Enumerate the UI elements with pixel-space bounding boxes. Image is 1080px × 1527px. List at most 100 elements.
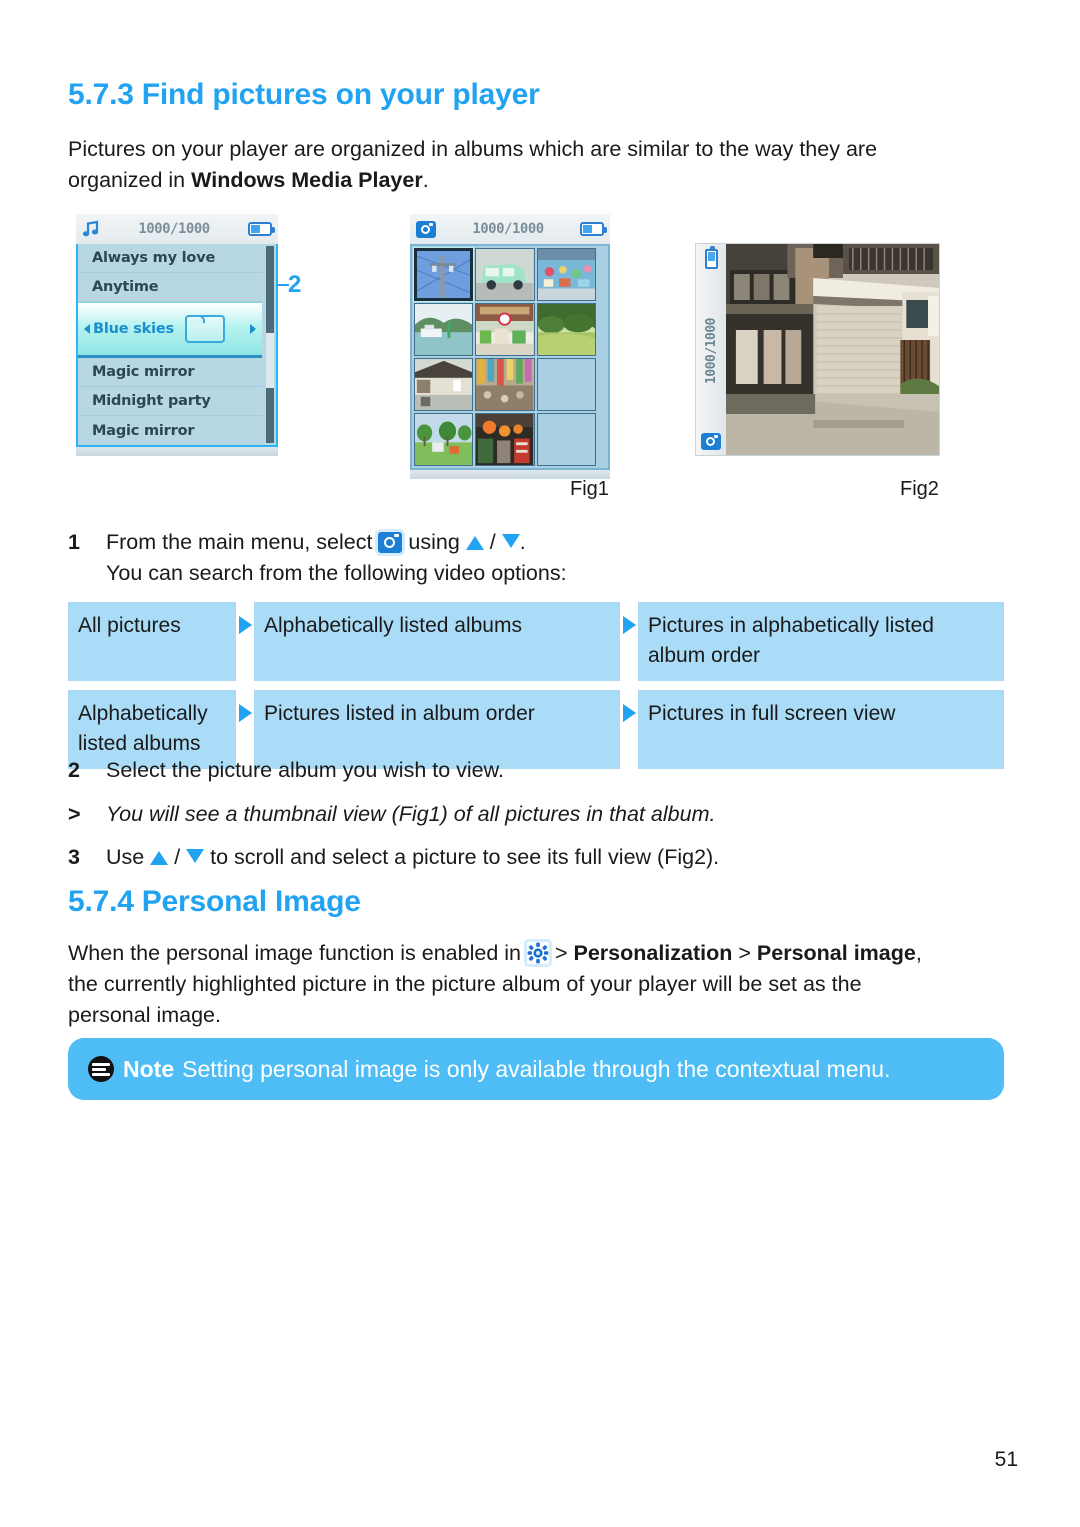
intro-line-2-bold: Windows Media Player: [191, 168, 423, 192]
section-title-574: Personal Image: [141, 885, 361, 918]
battery-icon: [248, 222, 275, 236]
intro-line-2-suffix: .: [422, 168, 429, 192]
device-bottom-bar: [76, 447, 278, 456]
fig2-label: Fig2: [900, 478, 939, 500]
list-item-label: Midnight party: [92, 393, 211, 409]
arrow-right-icon: [620, 602, 638, 681]
section-number-573: 5.7.3: [68, 78, 134, 111]
right-arrow-icon: [250, 324, 256, 334]
camera-icon: [378, 532, 403, 553]
section-title-573: Find pictures on your player: [141, 78, 540, 111]
options-table: All pictures Alphabetically listed album…: [68, 602, 1004, 778]
table-cell-option: All pictures: [68, 602, 236, 681]
step-number: 3: [68, 845, 80, 869]
step-2-text: Select the picture album you wish to vie…: [106, 758, 504, 782]
list-item-label: Blue skies: [93, 321, 174, 337]
section-number-574: 5.7.4: [68, 885, 134, 918]
list-item[interactable]: Always my love: [78, 244, 262, 273]
device-thumbnail-grid: 1000/1000: [410, 214, 610, 479]
table-row: All pictures Alphabetically listed album…: [68, 602, 1004, 681]
thumbnail[interactable]: [475, 413, 535, 466]
down-triangle-icon: [186, 849, 205, 863]
list-item[interactable]: Anytime: [78, 273, 262, 302]
table-cell-option: Pictures in alphabetically listed album …: [638, 602, 1004, 681]
gear-icon: [527, 942, 549, 964]
personal-image-gt2: >: [732, 941, 757, 965]
camera-icon: [701, 432, 721, 450]
down-triangle-icon: [501, 534, 520, 548]
note-text: Setting personal image is only available…: [182, 1055, 891, 1082]
table-cell-option: Alphabetically listed albums: [254, 602, 620, 681]
device-side-status-bar: 1000/1000: [696, 244, 726, 455]
step-1-line-2: You can search from the following video …: [106, 561, 567, 585]
device-status-count: 1000/1000: [138, 221, 210, 237]
device-status-bar: 1000/1000: [410, 214, 610, 244]
thumbnail[interactable]: [475, 303, 535, 356]
manual-page: 5.7.3 Find pictures on your player Pictur…: [0, 0, 1080, 1527]
personal-image-line-3: personal image.: [68, 1003, 221, 1027]
up-triangle-icon: [150, 851, 169, 865]
device-status-count: 1000/1000: [703, 318, 719, 384]
list-item[interactable]: Magic mirror: [78, 416, 262, 445]
device-status-count: 1000/1000: [472, 221, 544, 237]
fig1-label: Fig1: [570, 478, 609, 500]
step-number: 1: [68, 530, 80, 554]
list-item[interactable]: Midnight party: [78, 387, 262, 416]
step-3: 3 Use / to scroll and select a picture t…: [68, 842, 968, 873]
intro-line-1: Pictures on your player are organized in…: [68, 137, 878, 161]
personal-image-bold-1: Personalization: [573, 941, 733, 965]
thumbnail[interactable]: [414, 358, 474, 411]
personal-image-gt1: >: [548, 941, 574, 965]
personal-image-prefix: When the personal image function is enab…: [68, 941, 527, 965]
note-callout: Note Setting personal image is only avai…: [68, 1038, 1004, 1100]
personal-image-bold-2: Personal image: [756, 941, 916, 965]
step-result: > You will see a thumbnail view (Fig1) o…: [68, 799, 968, 830]
step-3-separator: /: [168, 845, 187, 869]
thumbnail-grid-frame: [410, 244, 610, 470]
device-album-list: 1000/1000 Always my love Anytime Blue sk…: [76, 214, 278, 456]
section-heading-574: 5.7.4 Personal Image: [68, 885, 361, 919]
list-item-label: Magic mirror: [92, 364, 195, 380]
scrollbar-thumb[interactable]: [266, 332, 274, 388]
thumbnail[interactable]: [414, 303, 474, 356]
personal-image-after: ,: [915, 941, 922, 965]
thumbnail[interactable]: [414, 413, 474, 466]
step-1-text-suffix: .: [519, 530, 526, 554]
step-1: 1 From the main menu, select using / . Y…: [68, 527, 968, 589]
personal-image-paragraph: When the personal image function is enab…: [68, 938, 1008, 1031]
section-heading-573: 5.7.3 Find pictures on your player: [68, 78, 540, 112]
camera-icon: [416, 220, 436, 238]
thumbnail[interactable]: [536, 303, 596, 356]
step-result-text: You will see a thumbnail view (Fig1) of …: [106, 802, 716, 826]
list-item-label: Anytime: [92, 279, 159, 295]
step-3-suffix: to scroll and select a picture to see it…: [204, 845, 720, 869]
arrow-right-icon: [236, 602, 254, 681]
empty-slot: [536, 413, 596, 466]
folder-icon: [184, 315, 225, 343]
list-item-label: Magic mirror: [92, 422, 195, 439]
intro-paragraph: Pictures on your player are organized in…: [68, 134, 968, 196]
step-1-text-prefix: From the main menu, select: [106, 530, 379, 554]
step-marker: >: [68, 802, 81, 826]
thumbnail[interactable]: [536, 248, 596, 301]
thumbnail[interactable]: [475, 248, 535, 301]
device-status-bar: 1000/1000: [76, 214, 278, 244]
step-3-prefix: Use: [106, 845, 151, 869]
intro-line-2-prefix: organized in: [68, 168, 192, 192]
list-item-label: Always my love: [92, 250, 216, 266]
up-triangle-icon: [465, 536, 484, 550]
scrollbar[interactable]: [266, 246, 274, 443]
personal-image-line-2: the currently highlighted picture in the…: [68, 972, 862, 996]
music-note-icon: [82, 220, 100, 238]
list-item-selected[interactable]: Blue skies: [78, 302, 262, 358]
note-icon: [88, 1056, 114, 1082]
thumbnail-grid: [412, 247, 596, 466]
album-list-frame: Always my love Anytime Blue skies Magic …: [76, 244, 278, 447]
step-number: 2: [68, 758, 80, 782]
note-label: Note: [123, 1055, 175, 1082]
fullscreen-photo: [726, 244, 939, 455]
list-item[interactable]: Magic mirror: [78, 358, 262, 387]
thumbnail-selected[interactable]: [412, 247, 475, 302]
left-arrow-icon: [84, 324, 90, 334]
thumbnail[interactable]: [475, 358, 535, 411]
